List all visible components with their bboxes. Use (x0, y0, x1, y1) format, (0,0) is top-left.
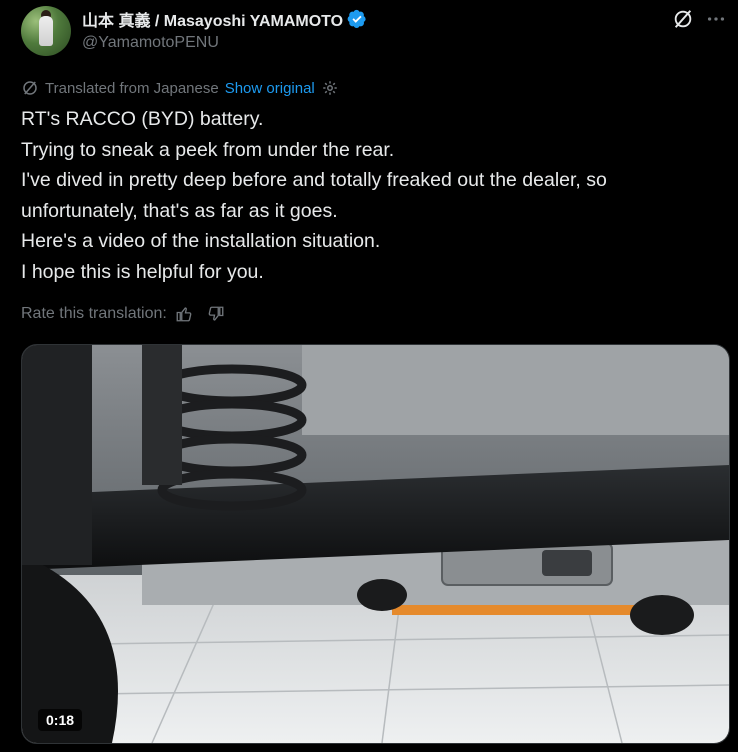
avatar[interactable] (21, 6, 71, 56)
tweet-line: Trying to sneak a peek from under the re… (21, 138, 395, 161)
tweet-line: I've dived in pretty deep before and tot… (21, 169, 607, 192)
tweet-line: unfortunately, that's as far as it goes. (21, 199, 338, 222)
tweet-line: Here's a video of the installation situa… (21, 230, 381, 253)
video-player[interactable]: 0:18 (21, 344, 730, 744)
tweet-header: 山本 真義 / Masayoshi YAMAMOTO @YamamotoPENU (0, 0, 738, 70)
settings-icon[interactable] (321, 79, 339, 97)
author-name-row[interactable]: 山本 真義 / Masayoshi YAMAMOTO (82, 8, 367, 30)
display-name[interactable]: 山本 真義 / Masayoshi YAMAMOTO (82, 7, 343, 31)
verified-badge-icon (347, 9, 366, 28)
video-thumbnail (22, 345, 729, 743)
tweet-line: RT's RACCO (BYD) battery. (21, 108, 264, 130)
author-handle[interactable]: @YamamotoPENU (82, 34, 219, 52)
tweet-line: I hope this is helpful for you. (21, 260, 264, 283)
translate-icon (23, 81, 37, 95)
translated-label: Translated from Japanese (45, 79, 219, 97)
rate-translation: Rate this translation: (21, 302, 225, 326)
show-original-link[interactable]: Show original (225, 80, 315, 97)
thumbs-down-icon[interactable] (207, 305, 225, 323)
video-duration: 0:18 (38, 709, 83, 731)
grok-icon[interactable] (672, 8, 694, 30)
more-icon[interactable] (705, 8, 727, 30)
thumbs-up-icon[interactable] (175, 305, 193, 323)
rate-label: Rate this translation: (21, 305, 167, 322)
tweet-text: RT's RACCO (BYD) battery. Trying to snea… (21, 104, 721, 288)
translation-notice: Translated from Japanese Show original (21, 78, 339, 98)
